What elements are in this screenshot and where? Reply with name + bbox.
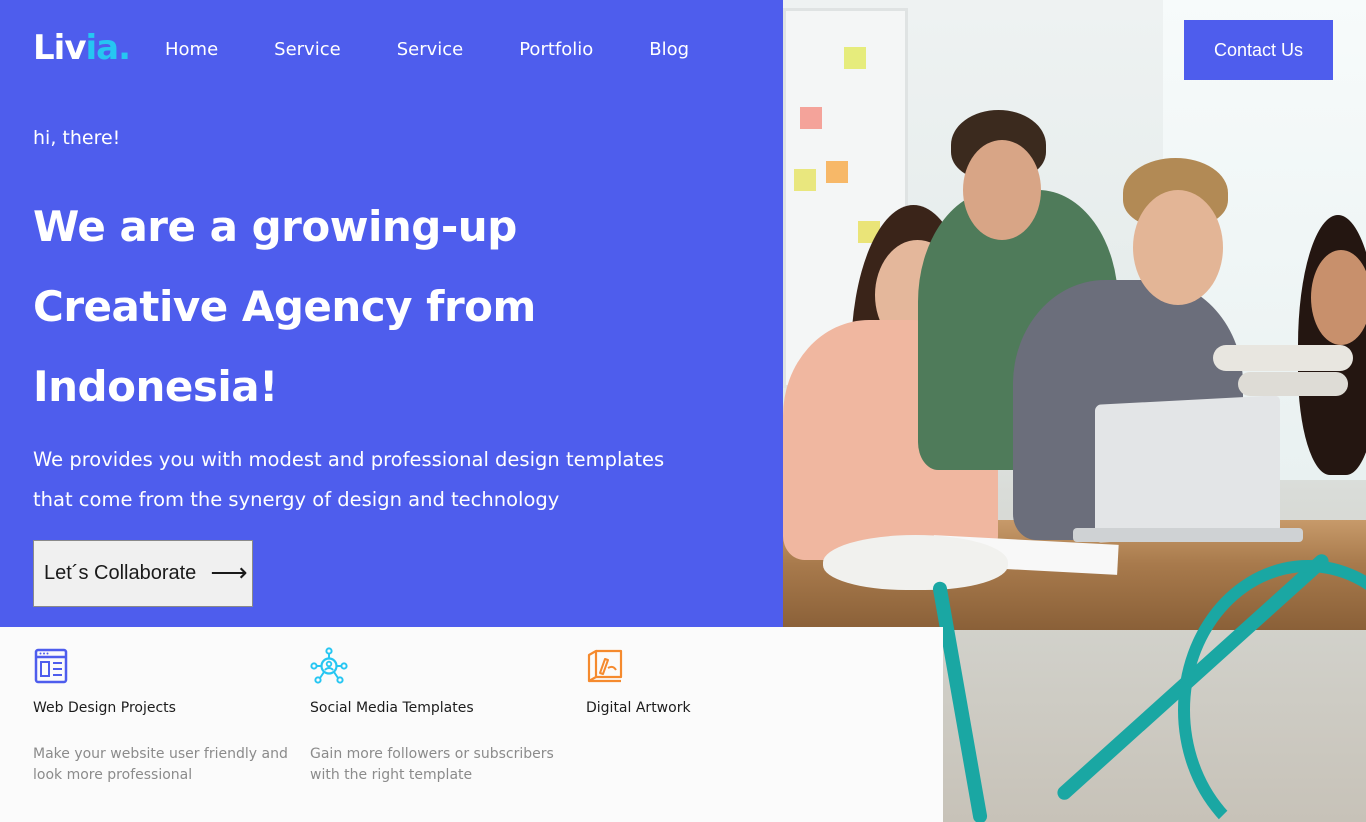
feature-title: Web Design Projects xyxy=(33,700,176,716)
hero-headline-line: Indonesia! xyxy=(33,362,278,411)
hero-description-line: We provides you with modest and professi… xyxy=(33,448,665,471)
feature-description: Make your website user friendly and look… xyxy=(33,746,288,783)
hero-description-line: that come from the synergy of design and… xyxy=(33,488,560,511)
logo[interactable]: Livia. xyxy=(33,28,131,68)
feature-title: Digital Artwork xyxy=(586,700,691,716)
web-design-icon xyxy=(34,648,68,684)
features-section: Web Design Projects Make your website us… xyxy=(0,627,943,822)
hero-headline-line: Creative Agency from xyxy=(33,282,536,331)
nav-item-portfolio[interactable]: Portfolio xyxy=(519,39,593,60)
nav-item-home[interactable]: Home xyxy=(165,39,218,60)
arrow-right-icon: ⟶ xyxy=(210,557,248,587)
feature-description: Gain more followers or subscribers with … xyxy=(310,746,554,783)
logo-dot: . xyxy=(118,28,131,68)
feature-title: Social Media Templates xyxy=(310,700,474,716)
hero-description: We provides you with modest and professi… xyxy=(33,440,753,520)
nav-item-service[interactable]: Service xyxy=(274,39,341,60)
lets-collaborate-button[interactable]: Let´s Collaborate ⟶ xyxy=(33,540,253,607)
hero-greeting: hi, there! xyxy=(33,127,121,149)
cta-label: Let´s Collaborate xyxy=(44,562,197,584)
logo-text-accent: ia xyxy=(85,28,119,68)
hero-headline-line: We are a growing-up xyxy=(33,202,517,251)
social-network-icon xyxy=(310,647,348,684)
digital-artwork-icon xyxy=(587,649,623,683)
nav-item-blog[interactable]: Blog xyxy=(649,39,689,60)
logo-text-main: Liv xyxy=(33,28,86,68)
hero-headline: We are a growing-up Creative Agency from… xyxy=(33,187,753,427)
nav-item-service-2[interactable]: Service xyxy=(397,39,464,60)
contact-us-button[interactable]: Contact Us xyxy=(1184,20,1333,80)
main-nav: Home Service Service Portfolio Blog xyxy=(165,39,689,60)
